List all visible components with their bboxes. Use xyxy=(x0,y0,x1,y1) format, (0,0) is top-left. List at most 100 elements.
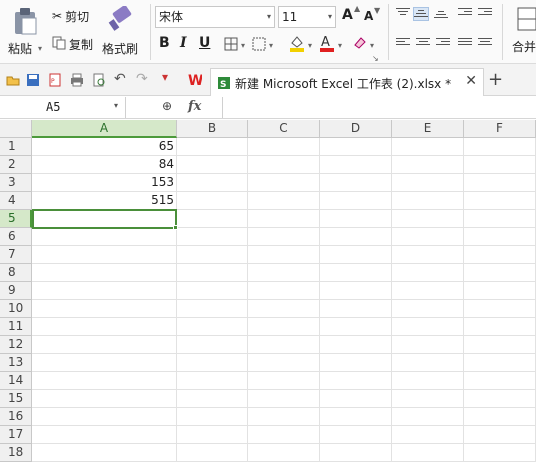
cell-a9[interactable] xyxy=(32,282,177,300)
column-header-b[interactable]: B xyxy=(177,120,248,138)
cell-c17[interactable] xyxy=(248,426,320,444)
row-header-8[interactable]: 8 xyxy=(0,264,32,282)
align-top-icon[interactable] xyxy=(396,8,410,20)
row-header-1[interactable]: 1 xyxy=(0,138,32,156)
cell-c14[interactable] xyxy=(248,372,320,390)
cell-e11[interactable] xyxy=(392,318,464,336)
cell-f4[interactable] xyxy=(464,192,536,210)
cell-f2[interactable] xyxy=(464,156,536,174)
row-header-10[interactable]: 10 xyxy=(0,300,32,318)
add-tab-icon[interactable]: + xyxy=(488,69,503,90)
cell-b2[interactable] xyxy=(177,156,248,174)
cell-b11[interactable] xyxy=(177,318,248,336)
cell-a13[interactable] xyxy=(32,354,177,372)
cell-e16[interactable] xyxy=(392,408,464,426)
decrease-indent-icon[interactable] xyxy=(458,8,472,20)
cell-a16[interactable] xyxy=(32,408,177,426)
cell-e4[interactable] xyxy=(392,192,464,210)
cell-c5[interactable] xyxy=(248,210,320,228)
row-header-3[interactable]: 3 xyxy=(0,174,32,192)
cell-b7[interactable] xyxy=(177,246,248,264)
save-icon[interactable] xyxy=(26,73,40,87)
cell-d4[interactable] xyxy=(320,192,392,210)
row-header-11[interactable]: 11 xyxy=(0,318,32,336)
cell-b17[interactable] xyxy=(177,426,248,444)
cell-a4[interactable]: 515 xyxy=(32,192,177,210)
cell-f7[interactable] xyxy=(464,246,536,264)
cell-a10[interactable] xyxy=(32,300,177,318)
cell-b13[interactable] xyxy=(177,354,248,372)
cell-e1[interactable] xyxy=(392,138,464,156)
cell-d10[interactable] xyxy=(320,300,392,318)
row-header-17[interactable]: 17 xyxy=(0,426,32,444)
cell-c6[interactable] xyxy=(248,228,320,246)
cell-e5[interactable] xyxy=(392,210,464,228)
chevron-down-icon[interactable]: ▾ xyxy=(269,41,273,50)
row-header-4[interactable]: 4 xyxy=(0,192,32,210)
formula-input[interactable] xyxy=(222,97,536,118)
cell-f15[interactable] xyxy=(464,390,536,408)
cell-b5[interactable] xyxy=(177,210,248,228)
cell-d6[interactable] xyxy=(320,228,392,246)
row-header-5[interactable]: 5 xyxy=(0,210,32,228)
export-pdf-icon[interactable]: P xyxy=(48,73,62,87)
cell-c9[interactable] xyxy=(248,282,320,300)
fill-handle[interactable] xyxy=(173,225,178,230)
cell-f18[interactable] xyxy=(464,444,536,462)
cell-e18[interactable] xyxy=(392,444,464,462)
cell-e7[interactable] xyxy=(392,246,464,264)
chevron-down-icon[interactable]: ▾ xyxy=(338,41,342,50)
cell-d17[interactable] xyxy=(320,426,392,444)
cell-f13[interactable] xyxy=(464,354,536,372)
cell-c18[interactable] xyxy=(248,444,320,462)
cell-e15[interactable] xyxy=(392,390,464,408)
cell-d12[interactable] xyxy=(320,336,392,354)
row-header-14[interactable]: 14 xyxy=(0,372,32,390)
cell-c3[interactable] xyxy=(248,174,320,192)
cell-c11[interactable] xyxy=(248,318,320,336)
customize-toolbar-icon[interactable]: ▾ xyxy=(162,70,176,84)
row-header-2[interactable]: 2 xyxy=(0,156,32,174)
cell-d14[interactable] xyxy=(320,372,392,390)
format-painter-button[interactable]: 格式刷 xyxy=(102,4,140,58)
cell-e13[interactable] xyxy=(392,354,464,372)
cell-c13[interactable] xyxy=(248,354,320,372)
shrink-font-button[interactable]: A xyxy=(364,9,373,23)
row-header-15[interactable]: 15 xyxy=(0,390,32,408)
zoom-icon[interactable]: ⊕ xyxy=(162,99,172,113)
cell-f10[interactable] xyxy=(464,300,536,318)
row-header-16[interactable]: 16 xyxy=(0,408,32,426)
bold-button[interactable]: B xyxy=(159,35,170,51)
column-header-a[interactable]: A xyxy=(32,120,177,138)
clear-format-icon[interactable] xyxy=(352,35,368,51)
cell-d5[interactable] xyxy=(320,210,392,228)
cell-f11[interactable] xyxy=(464,318,536,336)
merge-center-icon[interactable] xyxy=(516,6,536,32)
cell-f5[interactable] xyxy=(464,210,536,228)
cell-d7[interactable] xyxy=(320,246,392,264)
cell-c15[interactable] xyxy=(248,390,320,408)
font-color-icon[interactable]: A xyxy=(318,34,336,52)
cell-a3[interactable]: 153 xyxy=(32,174,177,192)
row-header-18[interactable]: 18 xyxy=(0,444,32,462)
cell-a15[interactable] xyxy=(32,390,177,408)
chevron-down-icon[interactable]: ▾ xyxy=(308,41,312,50)
column-header-c[interactable]: C xyxy=(248,120,320,138)
row-header-12[interactable]: 12 xyxy=(0,336,32,354)
row-header-7[interactable]: 7 xyxy=(0,246,32,264)
row-header-6[interactable]: 6 xyxy=(0,228,32,246)
cell-d8[interactable] xyxy=(320,264,392,282)
border-icon[interactable] xyxy=(224,37,238,51)
cell-c1[interactable] xyxy=(248,138,320,156)
print-preview-icon[interactable] xyxy=(92,73,106,87)
cell-f3[interactable] xyxy=(464,174,536,192)
cell-c10[interactable] xyxy=(248,300,320,318)
justify-icon[interactable] xyxy=(458,38,472,50)
cell-f14[interactable] xyxy=(464,372,536,390)
cell-b4[interactable] xyxy=(177,192,248,210)
fill-color-icon[interactable] xyxy=(288,34,306,52)
cell-d1[interactable] xyxy=(320,138,392,156)
cell-e14[interactable] xyxy=(392,372,464,390)
cell-b14[interactable] xyxy=(177,372,248,390)
name-box[interactable]: A5 ▾ xyxy=(0,97,126,118)
